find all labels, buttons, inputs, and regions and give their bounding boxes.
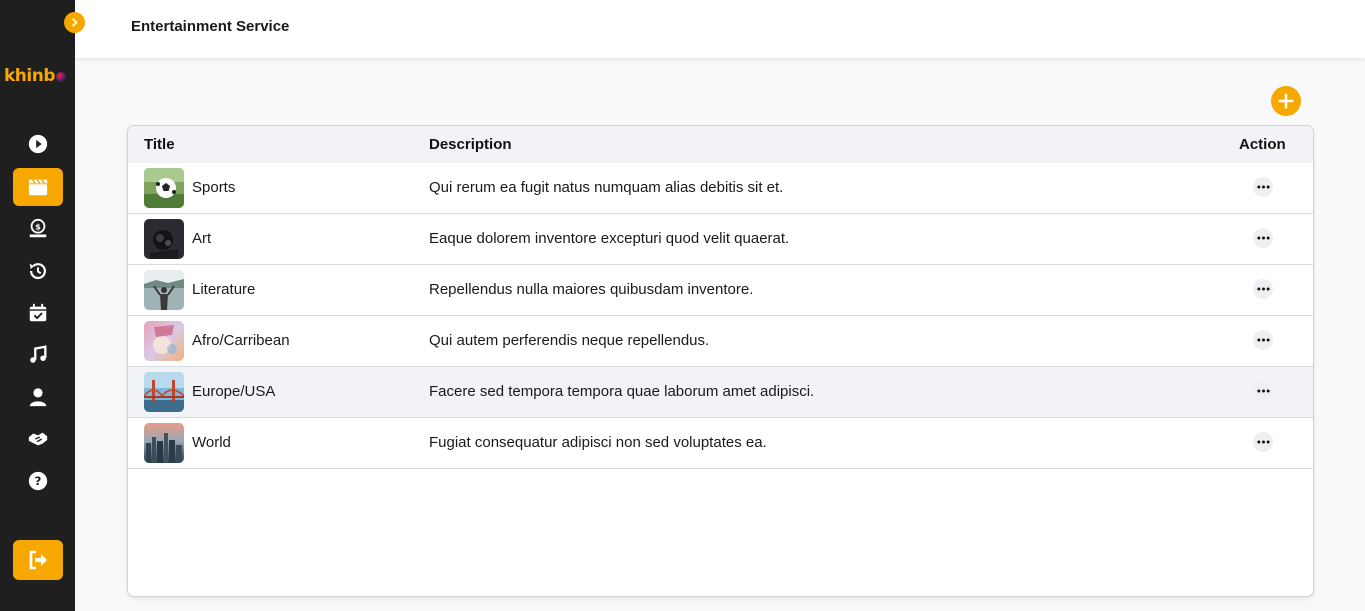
- more-horizontal-icon: [1256, 287, 1270, 291]
- row-actions-button[interactable]: [1253, 228, 1273, 248]
- row-actions-button[interactable]: [1253, 279, 1273, 299]
- plus-icon: [1278, 93, 1294, 109]
- table-row[interactable]: Art Eaque dolorem inventore excepturi qu…: [128, 214, 1313, 265]
- money-hand-icon: $: [29, 218, 47, 238]
- soccer-ball-image: [144, 168, 184, 208]
- nav-play[interactable]: [13, 125, 63, 163]
- row-thumbnail: [144, 423, 184, 463]
- nav-music[interactable]: [13, 336, 63, 374]
- logout-icon: [29, 550, 47, 570]
- column-header-description: Description: [429, 136, 512, 153]
- row-description: Qui rerum ea fugit natus numquam alias d…: [429, 179, 784, 196]
- play-circle-icon: [28, 134, 48, 154]
- clapperboard-icon: [28, 179, 48, 196]
- row-title: Literature: [192, 281, 256, 298]
- row-thumbnail: [144, 219, 184, 259]
- row-thumbnail: [144, 372, 184, 412]
- row-thumbnail: [144, 321, 184, 361]
- nav-partners[interactable]: [13, 420, 63, 458]
- table-header: Title Description Action: [128, 126, 1313, 163]
- table-row[interactable]: Afro/Carribean Qui autem perferendis neq…: [128, 316, 1313, 367]
- column-header-action: Action: [1239, 136, 1286, 153]
- svg-text:$: $: [35, 221, 41, 231]
- table-row[interactable]: Sports Qui rerum ea fugit natus numquam …: [128, 163, 1313, 214]
- top-header: Entertainment Service: [75, 0, 1365, 58]
- lake-person-image: [144, 270, 184, 310]
- more-horizontal-icon: [1256, 440, 1270, 444]
- row-title: Sports: [192, 179, 236, 196]
- nav-entertainment[interactable]: [13, 168, 63, 206]
- row-thumbnail: [144, 270, 184, 310]
- row-title: Europe/USA: [192, 383, 276, 400]
- nav-history[interactable]: [13, 252, 63, 290]
- row-description: Repellendus nulla maiores quibusdam inve…: [429, 281, 754, 298]
- art-sculpture-image: [144, 219, 184, 259]
- more-horizontal-icon: [1256, 185, 1270, 189]
- table-row[interactable]: Literature Repellendus nulla maiores qui…: [128, 265, 1313, 316]
- more-horizontal-icon: [1256, 236, 1270, 240]
- row-description: Qui autem perferendis neque repellendus.: [429, 332, 710, 349]
- nav-profile[interactable]: [13, 378, 63, 416]
- sidebar: khinb $ ?: [0, 0, 75, 611]
- row-description: Fugiat consequatur adipisci non sed volu…: [429, 434, 767, 451]
- sidebar-toggle-button[interactable]: [64, 12, 85, 33]
- more-horizontal-icon: [1256, 338, 1270, 342]
- row-actions-button[interactable]: [1253, 381, 1273, 401]
- row-description: Eaque dolorem inventore excepturi quod v…: [429, 230, 790, 247]
- row-actions-button[interactable]: [1253, 330, 1273, 350]
- brand-logo: khinb: [4, 66, 67, 86]
- table-row[interactable]: World Fugiat consequatur adipisci non se…: [128, 418, 1313, 469]
- city-skyline-image: [144, 423, 184, 463]
- nav-help[interactable]: ?: [13, 462, 63, 500]
- handshake-icon: [28, 432, 48, 446]
- row-actions-button[interactable]: [1253, 432, 1273, 452]
- calendar-check-icon: [29, 303, 47, 322]
- logout-button[interactable]: [13, 540, 63, 580]
- colorful-portrait-image: [144, 321, 184, 361]
- more-horizontal-icon: [1256, 389, 1270, 393]
- nav-schedule[interactable]: [13, 294, 63, 332]
- row-title: World: [192, 434, 231, 451]
- add-item-button[interactable]: [1271, 86, 1301, 116]
- page-title: Entertainment Service: [131, 18, 290, 35]
- row-title: Afro/Carribean: [192, 332, 290, 349]
- logo-globe-icon: [56, 72, 67, 82]
- row-title: Art: [192, 230, 212, 247]
- table-row[interactable]: Europe/USA Facere sed tempora tempora qu…: [128, 367, 1313, 418]
- nav-payments[interactable]: $: [13, 210, 63, 248]
- music-icon: [30, 345, 47, 363]
- row-thumbnail: [144, 168, 184, 208]
- column-header-title: Title: [144, 136, 175, 153]
- svg-text:?: ?: [35, 474, 42, 488]
- services-table: Title Description Action Sports Qui reru…: [127, 125, 1314, 597]
- user-icon: [29, 388, 47, 407]
- help-icon: ?: [28, 471, 48, 491]
- golden-gate-bridge-image: [144, 372, 184, 412]
- row-description: Facere sed tempora tempora quae laborum …: [429, 383, 815, 400]
- row-actions-button[interactable]: [1253, 177, 1273, 197]
- history-icon: [29, 263, 46, 280]
- chevron-right-icon: [72, 18, 78, 27]
